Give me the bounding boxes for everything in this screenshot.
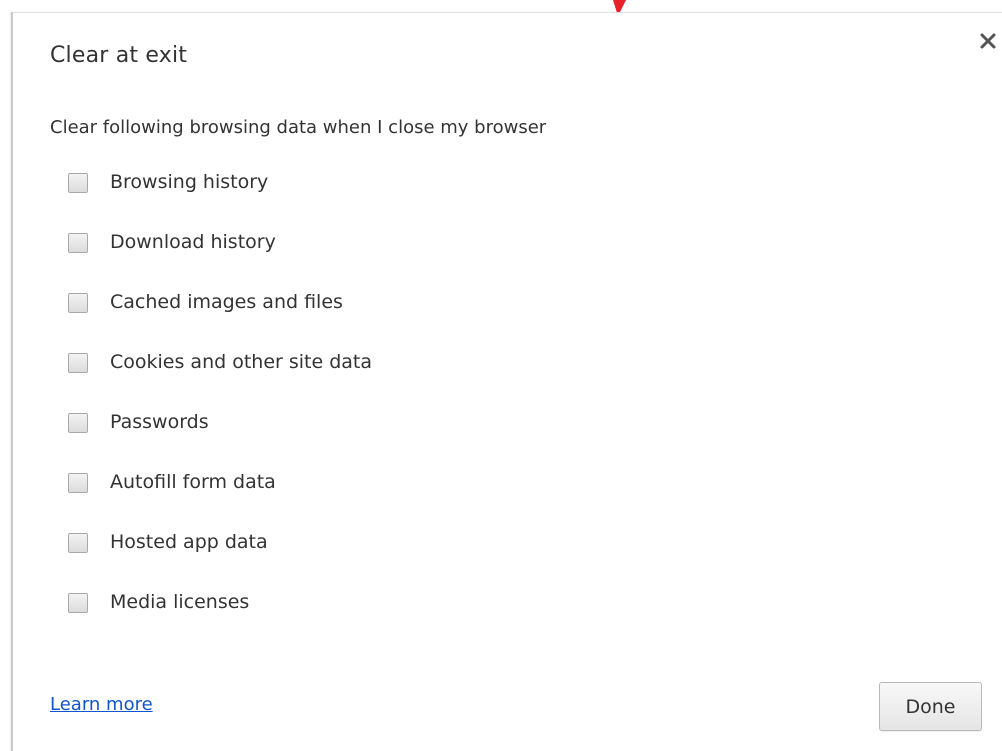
option-label: Passwords	[110, 411, 209, 433]
option-browsing-history[interactable]: Browsing history	[68, 168, 372, 228]
dialog-description: Clear following browsing data when I clo…	[50, 117, 547, 138]
close-button[interactable]	[977, 30, 999, 52]
option-download-history[interactable]: Download history	[68, 228, 372, 288]
background-strip	[0, 0, 1002, 12]
checkbox[interactable]	[68, 413, 88, 433]
option-label: Cookies and other site data	[110, 351, 373, 373]
checkbox[interactable]	[68, 473, 88, 493]
option-label: Autofill form data	[110, 471, 276, 493]
option-passwords[interactable]: Passwords	[68, 408, 372, 468]
option-cached-images-and-files[interactable]: Cached images and files	[68, 288, 372, 348]
checkbox[interactable]	[68, 173, 88, 193]
option-label: Hosted app data	[110, 531, 268, 553]
learn-more-link[interactable]: Learn more	[50, 694, 153, 715]
done-button[interactable]: Done	[879, 682, 982, 731]
option-media-licenses[interactable]: Media licenses	[68, 588, 372, 648]
checkbox[interactable]	[68, 233, 88, 253]
screen: Clear at exit Clear following browsing d…	[0, 0, 1002, 751]
close-icon	[980, 33, 996, 49]
checkbox[interactable]	[68, 293, 88, 313]
option-label: Download history	[110, 231, 276, 253]
option-label: Browsing history	[110, 171, 269, 193]
checkbox[interactable]	[68, 353, 88, 373]
checkbox[interactable]	[68, 533, 88, 553]
checkbox[interactable]	[68, 593, 88, 613]
option-label: Media licenses	[110, 591, 250, 613]
option-label: Cached images and files	[110, 291, 343, 313]
clear-at-exit-dialog: Clear at exit Clear following browsing d…	[11, 12, 1002, 751]
browsing-data-options: Browsing history Download history Cached…	[68, 168, 372, 648]
option-hosted-app-data[interactable]: Hosted app data	[68, 528, 372, 588]
option-cookies-and-site-data[interactable]: Cookies and other site data	[68, 348, 372, 408]
option-autofill-form-data[interactable]: Autofill form data	[68, 468, 372, 528]
dialog-title: Clear at exit	[50, 43, 188, 68]
